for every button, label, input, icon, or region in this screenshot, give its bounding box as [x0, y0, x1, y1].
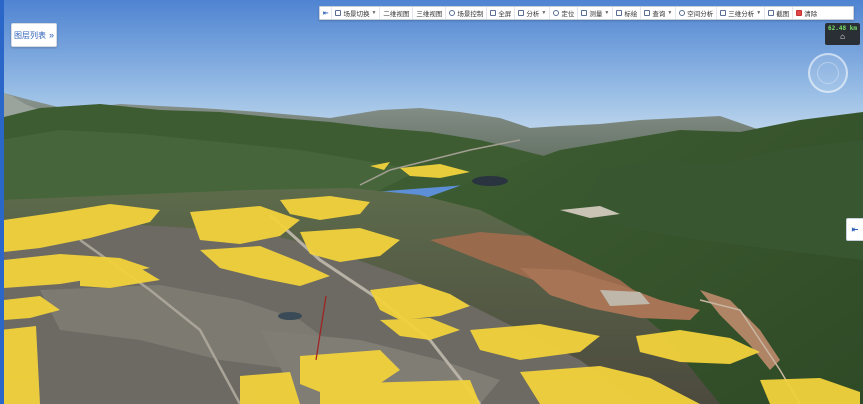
- map-toolbar: ⇤ 场景切换 ▼ 二维视图 三维视图 场景控制 全屏 分析 ▼ 定位 测量 ▼ …: [319, 6, 854, 20]
- toolbar-fullscreen[interactable]: 全屏: [487, 7, 516, 19]
- toolbar-3d-analysis[interactable]: 三维分析 ▼: [717, 7, 766, 19]
- toolbar-label: 清除: [804, 11, 818, 18]
- analysis-icon: [518, 10, 525, 16]
- caret-down-icon: ▼: [371, 10, 377, 16]
- toolbar-label: 三维视图: [416, 11, 443, 18]
- toolbar-label: 测量: [589, 11, 603, 18]
- toolbar-plot[interactable]: 标绘: [613, 7, 642, 19]
- compass-ring-icon: [817, 62, 839, 84]
- altitude-readout: 62.48 km: [828, 25, 857, 32]
- expand-left-icon: ⇤: [851, 225, 859, 234]
- toolbar-label: 场景控制: [457, 11, 484, 18]
- toolbar-label: 场景切换: [343, 11, 370, 18]
- fullscreen-icon: [490, 10, 497, 16]
- toolbar-query[interactable]: 查询 ▼: [641, 7, 677, 19]
- toolbar-locate[interactable]: 定位: [550, 7, 579, 19]
- toolbar-label: 空间分析: [687, 11, 714, 18]
- map-3d-view[interactable]: [0, 0, 863, 404]
- toolbar-collapse-button[interactable]: ⇤: [320, 7, 333, 19]
- left-panel-edge: [0, 0, 4, 404]
- home-icon[interactable]: ⌂: [825, 33, 860, 41]
- toolbar-2d-view[interactable]: 二维视图: [380, 7, 414, 19]
- caret-down-icon: ▼: [541, 10, 547, 16]
- toolbar-label: 定位: [561, 11, 575, 18]
- toolbar-analysis[interactable]: 分析 ▼: [515, 7, 551, 19]
- toolbar-label: 分析: [526, 11, 540, 18]
- measure-icon: [581, 10, 588, 16]
- camera-icon: [449, 10, 456, 16]
- chevron-right-icon: »: [48, 30, 54, 40]
- toolbar-label: 全屏: [498, 11, 512, 18]
- toolbar-label: 截图: [776, 11, 790, 18]
- locate-icon: [553, 10, 560, 16]
- toolbar-label: 标绘: [624, 11, 638, 18]
- clear-icon: [796, 10, 803, 16]
- terrain-render: [0, 0, 863, 404]
- toolbar-spatial-analysis[interactable]: 空间分析: [676, 7, 718, 19]
- camera-status-box[interactable]: 62.48 km ⌂: [825, 23, 860, 45]
- caret-down-icon: ▼: [667, 10, 673, 16]
- toolbar-scene-control[interactable]: 场景控制: [446, 7, 488, 19]
- toolbar-measure[interactable]: 测量 ▼: [578, 7, 614, 19]
- toolbar-label: 三维分析: [728, 11, 755, 18]
- layer-list-button[interactable]: 图层列表 »: [11, 23, 57, 47]
- spatial-icon: [679, 10, 686, 16]
- 3d-analysis-icon: [720, 10, 727, 16]
- query-icon: [644, 10, 651, 16]
- toolbar-screenshot[interactable]: 截图: [765, 7, 794, 19]
- plot-icon: [616, 10, 623, 16]
- caret-down-icon: ▼: [756, 10, 762, 16]
- scene-icon: [335, 10, 342, 16]
- collapse-icon: ⇤: [323, 10, 329, 17]
- toolbar-label: 二维视图: [383, 11, 410, 18]
- navigation-compass[interactable]: [808, 53, 848, 93]
- caret-down-icon: ▼: [604, 10, 610, 16]
- right-panel-expand-button[interactable]: ⇤: [846, 218, 863, 241]
- screenshot-icon: [768, 10, 775, 16]
- toolbar-label: 查询: [652, 11, 666, 18]
- toolbar-clear[interactable]: 清除: [793, 7, 820, 19]
- layer-list-label: 图层列表: [13, 30, 46, 40]
- toolbar-scene-switch[interactable]: 场景切换 ▼: [332, 7, 381, 19]
- toolbar-3d-view[interactable]: 三维视图: [413, 7, 447, 19]
